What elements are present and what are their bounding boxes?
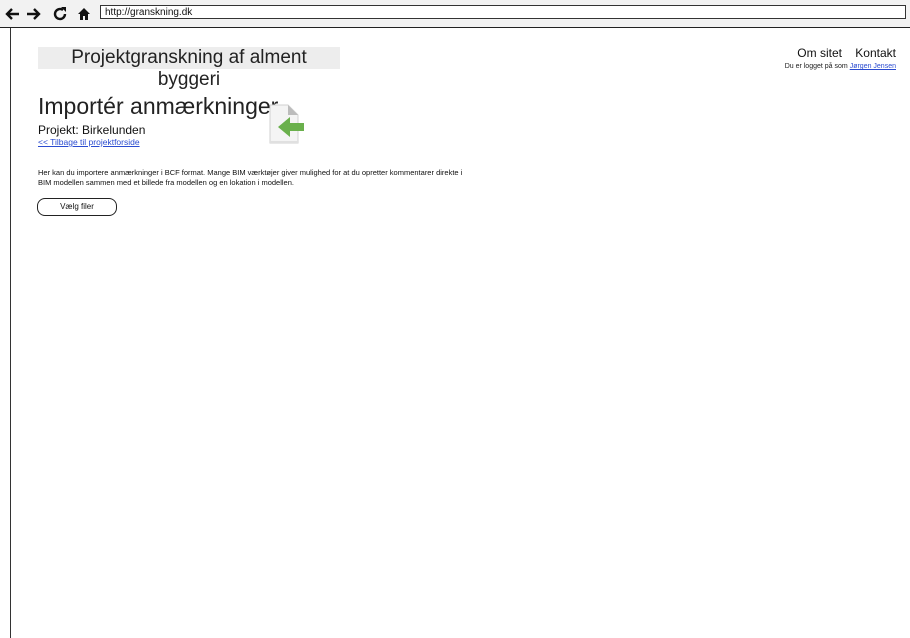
page-title: Importér anmærkninger: [38, 93, 279, 119]
back-arrow-icon[interactable]: [2, 4, 22, 24]
about-link[interactable]: Om sitet: [797, 46, 842, 60]
forward-arrow-icon[interactable]: [24, 4, 44, 24]
top-nav: Om sitet Kontakt: [787, 46, 896, 60]
contact-link[interactable]: Kontakt: [855, 46, 896, 60]
description: Her kan du importere anmærkninger i BCF …: [38, 168, 558, 188]
address-bar[interactable]: http://granskning.dk: [100, 5, 906, 19]
import-document-icon: [266, 103, 306, 145]
home-icon[interactable]: [74, 4, 94, 24]
site-brand[interactable]: Projektgranskning af alment byggeri: [38, 47, 340, 90]
description-line: BIM modellen sammen med et billede fra m…: [38, 178, 294, 187]
user-link[interactable]: Jørgen Jensen: [850, 63, 896, 70]
login-status: Du er logget på som Jørgen Jensen: [785, 63, 896, 70]
browser-toolbar: http://granskning.dk: [0, 0, 910, 28]
project-name: Projekt: Birkelunden: [38, 123, 146, 137]
description-line: Her kan du importere anmærkninger i BCF …: [38, 168, 463, 177]
reload-icon[interactable]: [50, 4, 70, 24]
back-to-project-link[interactable]: << Tilbage til projektforside: [38, 137, 140, 147]
login-prefix: Du er logget på som: [784, 63, 848, 70]
choose-files-button[interactable]: Vælg filer: [37, 198, 117, 216]
